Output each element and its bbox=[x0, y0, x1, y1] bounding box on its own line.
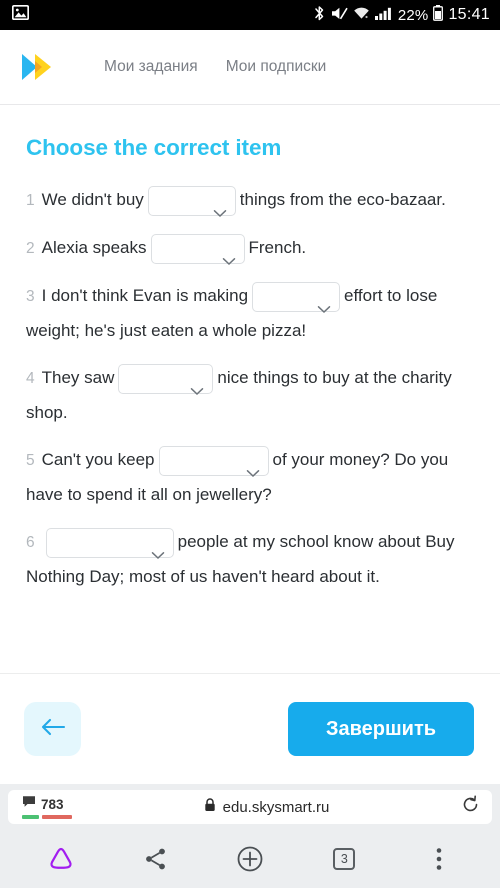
share-icon[interactable] bbox=[136, 839, 176, 879]
home-triangle-icon[interactable] bbox=[41, 839, 81, 879]
green-bar bbox=[22, 815, 39, 819]
question-text-after: things from the eco-bazaar. bbox=[239, 190, 446, 209]
battery-icon bbox=[433, 5, 444, 25]
finish-button[interactable]: Завершить bbox=[288, 702, 474, 756]
menu-dots-icon[interactable] bbox=[419, 839, 459, 879]
question-item: 3I don't think Evan is making effort to l… bbox=[26, 279, 472, 348]
question-item: 4 They saw nice things to buy at the chari… bbox=[26, 361, 472, 430]
exercise-content: Choose the correct item 1 We didn't buy th… bbox=[0, 105, 500, 674]
exercise-action-bar: Завершить bbox=[0, 674, 500, 784]
browser-address-bar: 783 edu.skysmart.ru bbox=[0, 784, 500, 830]
question-number: 5 bbox=[26, 452, 35, 469]
exercise-title: Choose the correct item bbox=[26, 135, 282, 160]
browser-bottom-nav: 3 bbox=[0, 830, 500, 888]
new-tab-icon[interactable] bbox=[230, 839, 270, 879]
question-text-before: We didn't buy bbox=[41, 190, 144, 209]
question-number: 3 bbox=[26, 288, 35, 305]
nav-link-my-subscriptions[interactable]: Мои подписки bbox=[226, 58, 327, 76]
answer-dropdown-4[interactable] bbox=[118, 363, 214, 396]
chevron-down-icon bbox=[246, 456, 260, 478]
android-status-bar: 22% 15:41 bbox=[0, 0, 500, 30]
question-item: 2 Alexia speaks French. bbox=[26, 231, 472, 266]
bluetooth-icon bbox=[313, 5, 326, 26]
question-number: 2 bbox=[26, 240, 35, 257]
reload-icon[interactable] bbox=[461, 795, 480, 819]
status-bar-notifications bbox=[11, 4, 30, 26]
skysmart-logo[interactable] bbox=[18, 51, 62, 83]
chevron-down-icon bbox=[213, 196, 227, 218]
question-number: 6 bbox=[26, 534, 35, 551]
status-bar-clock: 15:41 bbox=[448, 6, 490, 23]
status-bar-indicators: 22% 15:41 bbox=[313, 5, 490, 26]
blocked-count-label: 783 bbox=[41, 796, 64, 812]
header-nav: Мои задания Мои подписки bbox=[104, 58, 326, 76]
blocked-counter[interactable]: 783 bbox=[22, 795, 72, 819]
mute-icon bbox=[331, 6, 348, 25]
question-text-after: French. bbox=[248, 238, 307, 257]
tabs-icon[interactable]: 3 bbox=[324, 839, 364, 879]
nav-link-my-tasks[interactable]: Мои задания bbox=[104, 58, 198, 76]
url-display[interactable]: edu.skysmart.ru bbox=[204, 797, 330, 817]
question-item: 5 Can't you keep of your money? Do you hav… bbox=[26, 443, 472, 512]
arrow-left-icon bbox=[40, 717, 66, 742]
red-bar bbox=[42, 815, 72, 819]
question-item: 1 We didn't buy things from the eco-bazaar… bbox=[26, 183, 472, 218]
url-bar[interactable]: 783 edu.skysmart.ru bbox=[8, 790, 492, 824]
chevron-down-icon bbox=[222, 244, 236, 266]
question-number: 4 bbox=[26, 370, 35, 387]
answer-dropdown-1[interactable] bbox=[147, 185, 236, 218]
answer-dropdown-3[interactable] bbox=[252, 281, 341, 314]
battery-percent-label: 22% bbox=[397, 6, 429, 24]
tab-count-label: 3 bbox=[333, 848, 356, 870]
url-text: edu.skysmart.ru bbox=[222, 798, 330, 816]
lock-icon bbox=[204, 797, 216, 817]
question-text-before: Can't you keep bbox=[41, 450, 155, 469]
wifi-icon bbox=[353, 6, 370, 25]
image-icon bbox=[11, 4, 30, 26]
blocked-count-bars bbox=[22, 815, 72, 819]
question-text-before: I don't think Evan is making bbox=[41, 286, 249, 305]
answer-dropdown-2[interactable] bbox=[150, 233, 245, 266]
site-header: Мои задания Мои подписки bbox=[0, 30, 500, 105]
back-button[interactable] bbox=[24, 702, 81, 756]
phone-screen: 22% 15:41 Мои задания Мои подписки Choos… bbox=[0, 0, 500, 888]
speech-bubble-icon bbox=[22, 795, 36, 813]
question-item: 6 people at my school know about Buy Noth… bbox=[26, 525, 472, 594]
answer-dropdown-5[interactable] bbox=[158, 445, 269, 478]
question-text-before: Alexia speaks bbox=[41, 238, 147, 257]
chevron-down-icon bbox=[151, 538, 165, 560]
question-number: 1 bbox=[26, 192, 35, 209]
question-text-before: They saw bbox=[41, 368, 115, 387]
answer-dropdown-6[interactable] bbox=[45, 527, 174, 560]
signal-icon bbox=[374, 6, 393, 25]
chevron-down-icon bbox=[190, 374, 204, 396]
chevron-down-icon bbox=[317, 292, 331, 314]
